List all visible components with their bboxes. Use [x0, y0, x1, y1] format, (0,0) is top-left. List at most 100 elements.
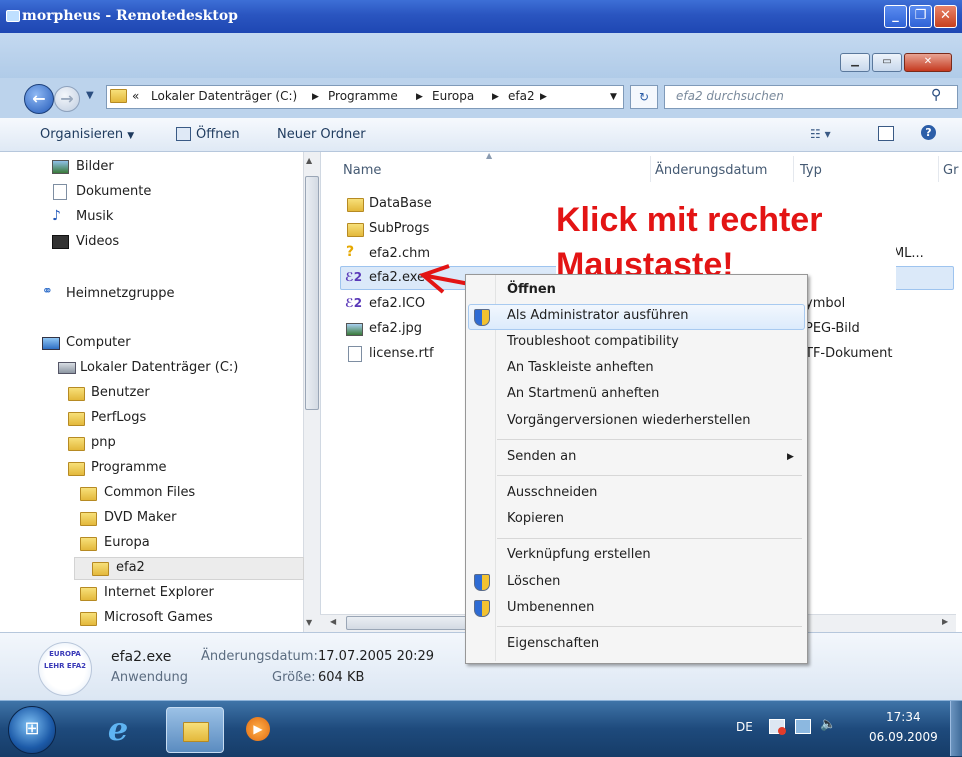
address-dropdown-icon[interactable]: ▼ [610, 92, 617, 102]
column-header-size[interactable]: Gr [943, 163, 958, 178]
file-row-subprogs[interactable]: SubProgs [369, 221, 429, 236]
menu-item-troubleshoot[interactable]: Troubleshoot compatibility [507, 334, 679, 349]
file-row-license-rtf[interactable]: license.rtf [369, 346, 434, 361]
menu-item-delete[interactable]: Löschen [507, 574, 560, 589]
breadcrumb-drive[interactable]: Lokaler Datenträger (C:) [151, 89, 297, 103]
details-date-value: 17.07.2005 20:29 [318, 649, 435, 664]
breadcrumb-separator-icon[interactable]: ▶ [492, 92, 499, 102]
navigation-scroll-thumb[interactable] [305, 176, 319, 410]
windows-logo-icon: ⊞ [24, 718, 40, 739]
help-icon[interactable]: ? [921, 125, 936, 140]
menu-item-previous-versions[interactable]: Vorgängerversionen wiederherstellen [507, 413, 751, 428]
start-button[interactable]: ⊞ [8, 706, 56, 754]
remote-desktop-icon [6, 10, 20, 22]
rdp-restore-button[interactable]: ❐ [909, 5, 932, 28]
breadcrumb-separator-icon[interactable]: ▶ [540, 92, 547, 102]
internet-explorer-icon: e [107, 710, 129, 748]
open-button[interactable]: Öffnen [196, 127, 240, 142]
back-button[interactable]: ← [24, 84, 54, 114]
maximize-button[interactable]: ▭ [872, 53, 902, 72]
new-folder-button[interactable]: Neuer Ordner [277, 127, 366, 142]
folder-icon [68, 437, 85, 451]
nav-item-dvd-maker[interactable]: DVD Maker [104, 510, 176, 525]
nav-item-efa2[interactable]: efa2 [116, 560, 145, 575]
refresh-icon: ↻ [638, 90, 650, 104]
uac-shield-icon [474, 574, 490, 591]
organize-button[interactable]: Organisieren ▼ [40, 127, 134, 142]
preview-pane-icon[interactable] [878, 126, 894, 141]
breadcrumb-europa[interactable]: Europa [432, 89, 474, 103]
nav-item-pictures[interactable]: Bilder [76, 159, 114, 174]
file-row-database[interactable]: DataBase [369, 196, 432, 211]
show-desktop-button[interactable] [950, 701, 962, 756]
network-icon[interactable] [795, 719, 811, 734]
breadcrumb-programme[interactable]: Programme [328, 89, 398, 103]
help-file-icon: ? [346, 244, 355, 260]
minimize-button[interactable]: ▁ [840, 53, 870, 72]
menu-item-send-to[interactable]: Senden an [507, 449, 576, 464]
nav-item-homegroup[interactable]: Heimnetzgruppe [66, 286, 175, 301]
column-divider [650, 156, 651, 182]
nav-item-europa[interactable]: Europa [104, 535, 150, 550]
nav-item-programme[interactable]: Programme [91, 460, 167, 475]
menu-item-properties[interactable]: Eigenschaften [507, 636, 599, 651]
folder-icon [68, 387, 85, 401]
uac-shield-icon [474, 309, 490, 326]
nav-item-internet-explorer[interactable]: Internet Explorer [104, 585, 214, 600]
close-button[interactable]: ✕ [904, 53, 952, 72]
sort-indicator-icon: ▲ [486, 151, 493, 160]
recent-pages-chevron-icon[interactable]: ▼ [86, 90, 94, 101]
nav-item-common-files[interactable]: Common Files [104, 485, 195, 500]
nav-item-videos[interactable]: Videos [76, 234, 119, 249]
menu-separator [497, 538, 802, 539]
breadcrumb-efa2[interactable]: efa2 [508, 89, 535, 103]
context-menu-gutter [495, 275, 496, 661]
file-row-efa2-jpg[interactable]: efa2.jpg [369, 321, 422, 336]
breadcrumb-separator-icon[interactable]: ▶ [312, 92, 319, 102]
menu-item-run-as-admin[interactable]: Als Administrator ausführen [507, 308, 689, 323]
search-placeholder: efa2 durchsuchen [676, 89, 784, 103]
nav-item-music[interactable]: Musik [76, 209, 113, 224]
folder-icon [80, 512, 97, 526]
menu-item-open[interactable]: Öffnen [507, 282, 556, 297]
column-header-date[interactable]: Änderungsdatum [655, 163, 767, 178]
rdp-minimize-button[interactable]: _ [884, 5, 907, 28]
volume-icon[interactable]: 🔈 [820, 717, 836, 732]
view-options-icon[interactable]: ☷ ▾ [810, 127, 831, 141]
nav-item-computer[interactable]: Computer [66, 335, 131, 350]
taskbar-media-player[interactable]: ▶ [232, 707, 288, 751]
breadcrumb-overflow[interactable]: « [132, 89, 139, 103]
scroll-left-icon[interactable]: ◀ [330, 617, 336, 626]
nav-item-perflogs[interactable]: PerfLogs [91, 410, 146, 425]
nav-item-benutzer[interactable]: Benutzer [91, 385, 150, 400]
column-header-name[interactable]: Name [343, 163, 381, 178]
menu-item-rename[interactable]: Umbenennen [507, 600, 594, 615]
taskbar-internet-explorer[interactable]: e [90, 707, 146, 751]
menu-item-pin-taskbar[interactable]: An Taskleiste anheften [507, 360, 654, 375]
scroll-down-icon[interactable]: ▼ [306, 618, 312, 627]
scroll-right-icon[interactable]: ▶ [942, 617, 948, 626]
clock-date[interactable]: 06.09.2009 [869, 730, 938, 744]
nav-item-documents[interactable]: Dokumente [76, 184, 151, 199]
nav-item-pnp[interactable]: pnp [91, 435, 116, 450]
menu-item-pin-start[interactable]: An Startmenü anheften [507, 386, 659, 401]
nav-item-microsoft-games[interactable]: Microsoft Games [104, 610, 213, 625]
forward-button[interactable]: → [54, 86, 80, 112]
media-player-icon: ▶ [246, 717, 270, 741]
menu-item-copy[interactable]: Kopieren [507, 511, 564, 526]
nav-item-local-disk[interactable]: Lokaler Datenträger (C:) [80, 360, 238, 375]
column-header-type[interactable]: Typ [800, 163, 822, 178]
computer-icon [42, 337, 60, 350]
language-indicator[interactable]: DE [736, 720, 753, 734]
refresh-button[interactable]: ↻ [630, 85, 658, 109]
breadcrumb-separator-icon[interactable]: ▶ [416, 92, 423, 102]
scroll-up-icon[interactable]: ▲ [306, 156, 312, 165]
videos-icon [52, 235, 69, 249]
clock-time[interactable]: 17:34 [886, 710, 921, 724]
menu-item-create-shortcut[interactable]: Verknüpfung erstellen [507, 547, 651, 562]
menu-item-cut[interactable]: Ausschneiden [507, 485, 597, 500]
search-icon[interactable]: ⚲ [931, 87, 941, 103]
organize-label: Organisieren [40, 127, 124, 142]
taskbar-explorer-active[interactable] [166, 707, 224, 753]
rdp-close-button[interactable]: ✕ [934, 5, 957, 28]
